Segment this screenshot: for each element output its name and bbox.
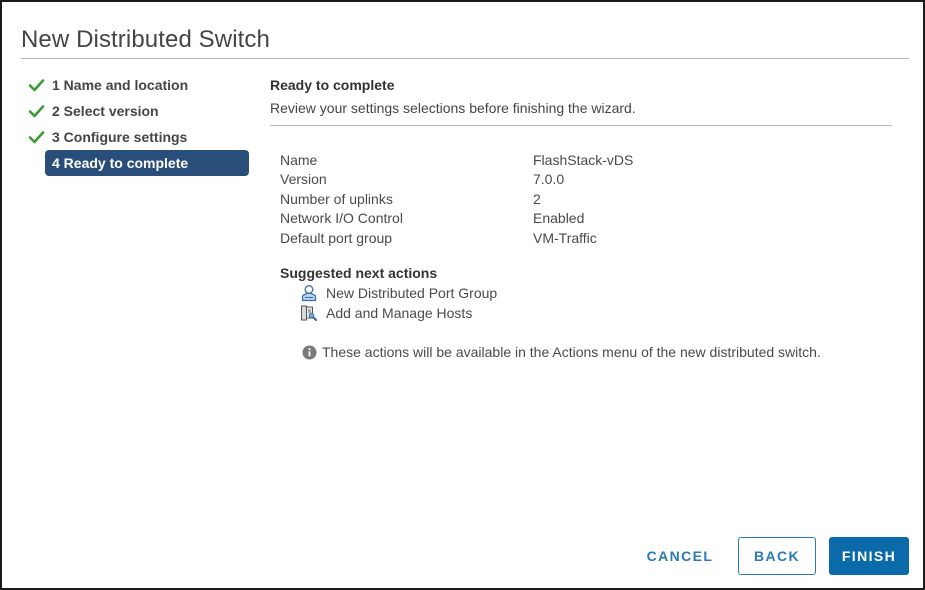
content-title: Ready to complete <box>270 77 395 93</box>
dialog-title: New Distributed Switch <box>21 26 270 53</box>
wizard-steps: 1 Name and location 2 Select version 3 C… <box>28 72 250 176</box>
action-add-manage-hosts[interactable]: Add and Manage Hosts <box>300 303 497 323</box>
summary-row-name: Name FlashStack-vDS <box>280 150 633 170</box>
content-subtitle: Review your settings selections before f… <box>270 100 636 116</box>
summary-label: Number of uplinks <box>280 190 393 207</box>
step-configure-settings[interactable]: 3 Configure settings <box>28 124 250 150</box>
action-new-port-group[interactable]: New Distributed Port Group <box>300 283 497 303</box>
action-label: Add and Manage Hosts <box>326 305 473 321</box>
manage-hosts-icon <box>301 305 318 322</box>
content-divider <box>270 125 892 126</box>
new-distributed-switch-dialog: New Distributed Switch 1 Name and locati… <box>0 0 925 590</box>
action-label: New Distributed Port Group <box>326 285 498 301</box>
summary-value: 7.0.0 <box>533 171 565 188</box>
summary-value: 2 <box>533 190 541 207</box>
port-group-icon <box>301 285 317 302</box>
suggested-next-actions: Suggested next actions New Distributed P… <box>280 265 497 323</box>
summary-row-version: Version 7.0.0 <box>280 170 633 190</box>
summary-row-default-port-group: Default port group VM-Traffic <box>280 228 633 248</box>
finish-button[interactable]: FINISH <box>829 537 909 575</box>
summary-value: Enabled <box>533 210 585 227</box>
step-name-and-location[interactable]: 1 Name and location <box>28 72 250 98</box>
info-text: These actions will be available in the A… <box>322 344 821 360</box>
check-icon <box>28 79 45 92</box>
step-select-version[interactable]: 2 Select version <box>28 98 250 124</box>
title-divider <box>21 58 909 59</box>
step-ready-to-complete[interactable]: 4 Ready to complete <box>45 150 249 176</box>
summary-row-uplinks: Number of uplinks 2 <box>280 189 633 209</box>
summary-label: Default port group <box>280 229 393 246</box>
settings-summary: Name FlashStack-vDS Version 7.0.0 Number… <box>280 150 633 248</box>
info-icon <box>302 345 317 359</box>
summary-value: FlashStack-vDS <box>533 151 634 168</box>
back-button[interactable]: BACK <box>738 537 816 575</box>
info-note: These actions will be available in the A… <box>302 344 821 360</box>
step-label: 2 Select version <box>52 103 159 119</box>
step-label: 1 Name and location <box>52 77 189 93</box>
summary-row-nioc: Network I/O Control Enabled <box>280 209 633 229</box>
cancel-button[interactable]: CANCEL <box>638 537 722 575</box>
next-actions-title: Suggested next actions <box>280 265 438 281</box>
step-label: 4 Ready to complete <box>52 155 189 171</box>
summary-label: Network I/O Control <box>280 210 403 227</box>
check-icon <box>28 105 45 118</box>
summary-label: Version <box>280 171 327 188</box>
summary-value: VM-Traffic <box>533 229 597 246</box>
summary-label: Name <box>280 151 318 168</box>
content-header: Ready to complete Review your settings s… <box>270 77 892 126</box>
check-icon <box>28 131 45 144</box>
step-label: 3 Configure settings <box>52 129 188 145</box>
